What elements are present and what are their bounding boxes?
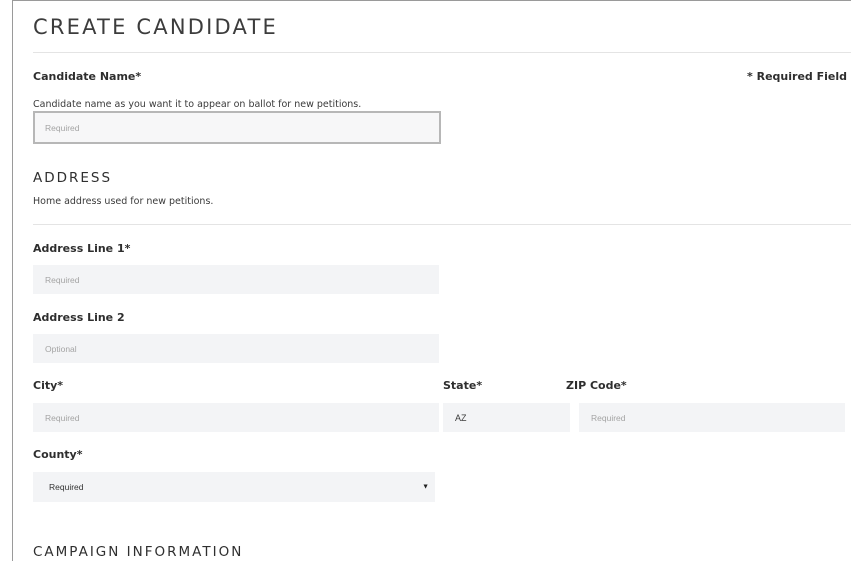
address-help: Home address used for new petitions.: [33, 196, 214, 207]
candidate-name-help: Candidate name as you want it to appear …: [33, 99, 362, 110]
county-selected-value: Required: [49, 482, 84, 492]
title-divider: [33, 52, 851, 53]
candidate-name-input[interactable]: [33, 111, 441, 144]
address-section-title: ADDRESS: [33, 170, 113, 186]
city-input[interactable]: [33, 403, 439, 432]
county-label: County*: [33, 448, 83, 461]
candidate-name-label: Candidate Name*: [33, 70, 142, 83]
zip-code-label: ZIP Code*: [566, 379, 627, 392]
county-select[interactable]: Required ▼: [33, 472, 435, 502]
zip-code-input[interactable]: [579, 403, 845, 432]
state-input[interactable]: [443, 403, 570, 432]
campaign-information-title: CAMPAIGN INFORMATION: [33, 544, 244, 560]
address-line1-input[interactable]: [33, 265, 439, 294]
required-field-note: * Required Field: [747, 70, 847, 83]
page-title: CREATE CANDIDATE: [33, 15, 278, 39]
city-label: City*: [33, 379, 64, 392]
form-panel: CREATE CANDIDATE Candidate Name* * Requi…: [12, 0, 851, 561]
state-label: State*: [443, 379, 483, 392]
address-line2-label: Address Line 2: [33, 311, 125, 324]
address-divider: [33, 224, 851, 225]
caret-down-icon: ▼: [422, 483, 429, 491]
address-line1-label: Address Line 1*: [33, 242, 131, 255]
address-line2-input[interactable]: [33, 334, 439, 363]
